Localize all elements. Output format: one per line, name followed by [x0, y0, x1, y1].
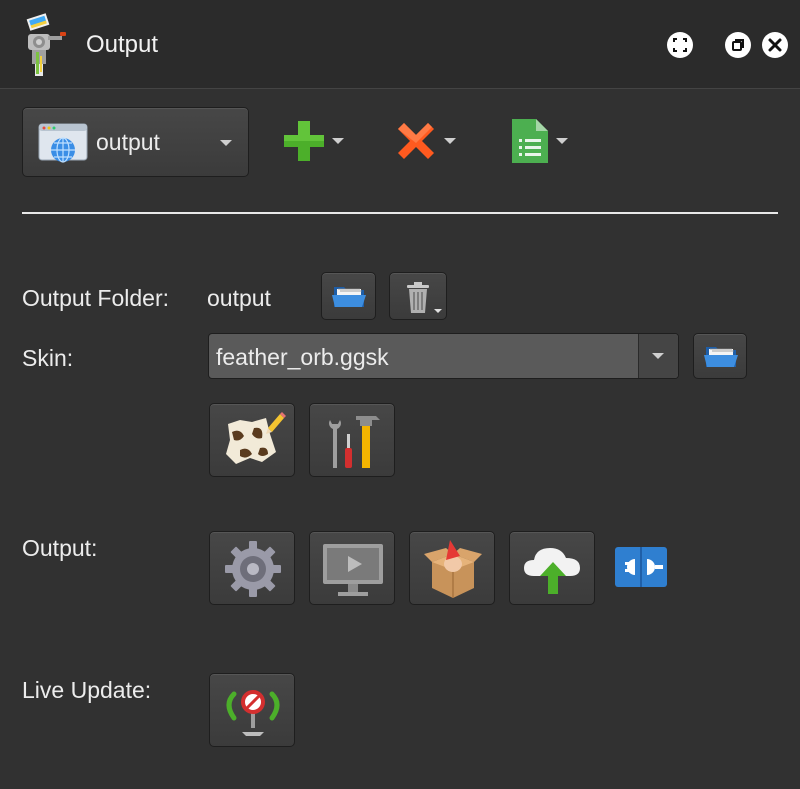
- x-icon: [398, 123, 434, 159]
- package-output-button[interactable]: [409, 531, 495, 605]
- preview-output-button[interactable]: [309, 531, 395, 605]
- output-label: Output:: [22, 535, 98, 561]
- live-update-label: Live Update:: [22, 677, 152, 703]
- remove-button[interactable]: [390, 115, 460, 167]
- divider: [22, 212, 778, 214]
- output-folder-label: Output Folder:: [22, 285, 170, 311]
- gear-icon: [225, 541, 281, 597]
- fullscreen-button[interactable]: [667, 32, 693, 58]
- live-update-disabled-icon: [226, 690, 280, 736]
- live-update-button[interactable]: [209, 673, 295, 747]
- plugin-button[interactable]: [613, 543, 669, 591]
- package-box-icon: [424, 540, 482, 598]
- add-button[interactable]: [278, 115, 348, 167]
- chevron-down-icon: [444, 138, 456, 144]
- browser-globe-icon: [38, 123, 88, 163]
- cloud-upload-icon: [524, 548, 580, 594]
- open-folder-icon: [704, 347, 738, 367]
- fullscreen-icon: [673, 38, 687, 52]
- spreadsheet-icon: [512, 119, 548, 163]
- monitor-play-icon: [323, 544, 383, 596]
- trash-icon: [407, 282, 442, 313]
- skin-select[interactable]: feather_orb.ggsk: [208, 333, 679, 379]
- close-icon: [768, 38, 782, 52]
- chevron-down-icon: [556, 138, 568, 144]
- browse-skin-button[interactable]: [693, 333, 747, 379]
- chevron-down-icon: [332, 138, 344, 144]
- restore-window-button[interactable]: [725, 32, 751, 58]
- output-config-select[interactable]: output: [22, 107, 249, 177]
- upload-output-button[interactable]: [509, 531, 595, 605]
- tools-button[interactable]: [309, 403, 395, 477]
- chevron-down-icon: [220, 140, 232, 146]
- chevron-down-icon: [652, 353, 664, 359]
- skin-select-value: feather_orb.ggsk: [216, 344, 389, 370]
- spreadsheet-button[interactable]: [506, 115, 576, 167]
- title-bar: Output: [0, 0, 800, 88]
- delete-folder-button[interactable]: [389, 272, 447, 320]
- app-icon: [22, 12, 78, 76]
- output-folder-value: output: [207, 285, 271, 311]
- window-title: Output: [86, 31, 159, 58]
- skin-editor-button[interactable]: [209, 403, 295, 477]
- tools-icon: [329, 416, 380, 468]
- browse-folder-button[interactable]: [321, 272, 376, 320]
- open-folder-icon: [332, 287, 366, 307]
- output-settings-button[interactable]: [209, 531, 295, 605]
- plugin-connector-icon: [615, 547, 667, 587]
- output-config-value: output: [96, 129, 160, 155]
- plus-icon: [284, 121, 324, 161]
- skin-editor-icon: [226, 412, 286, 464]
- restore-window-icon: [732, 39, 744, 51]
- skin-label: Skin:: [22, 345, 74, 371]
- skin-dropdown-toggle[interactable]: [639, 334, 678, 378]
- close-button[interactable]: [762, 32, 788, 58]
